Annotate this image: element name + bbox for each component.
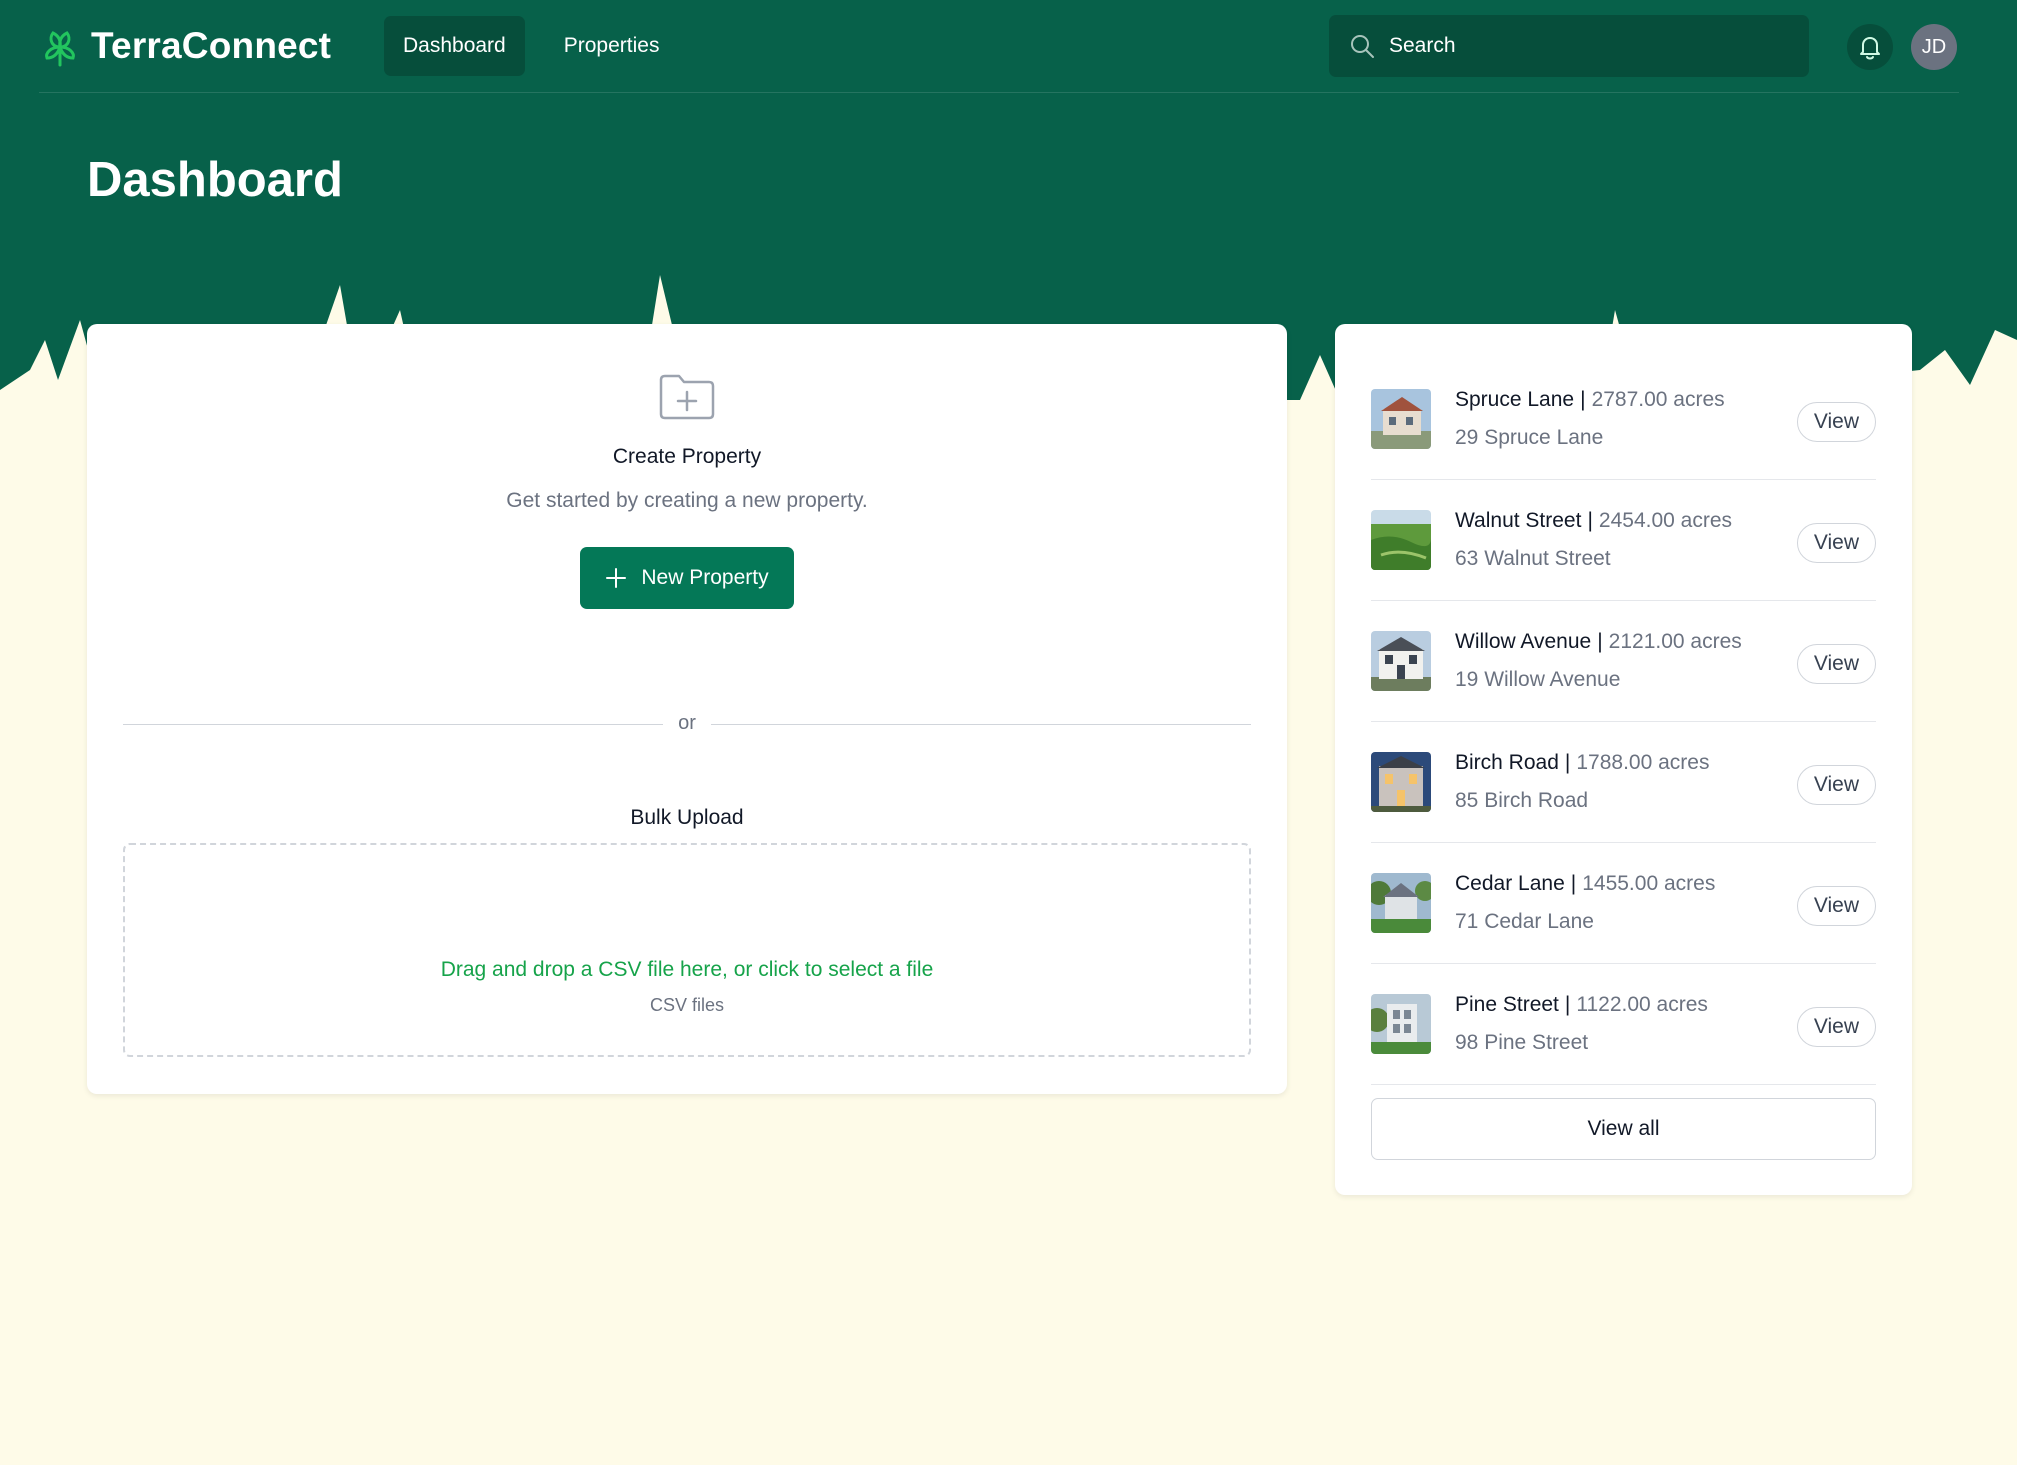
property-info: Walnut Street | 2454.00 acres 63 Walnut St… — [1455, 509, 1733, 570]
property-item: Walnut Street | 2454.00 acres 63 Walnut St… — [1371, 480, 1876, 601]
property-name: Birch Road — [1455, 751, 1559, 774]
create-section: Create Property Get started by creating … — [87, 372, 1287, 609]
divider-label: or — [678, 712, 696, 734]
brand-name: TerraConnect — [91, 25, 332, 66]
view-property-button[interactable]: View — [1796, 765, 1876, 805]
avatar[interactable]: JD — [1911, 24, 1957, 70]
view-all-button[interactable]: View all — [1371, 1098, 1876, 1160]
view-property-button[interactable]: View — [1796, 886, 1876, 926]
property-item: Willow Avenue | 2121.00 acres 19 Willow Av… — [1371, 601, 1876, 722]
new-property-label: New Property — [641, 566, 769, 589]
create-property-card: Create Property Get started by creating … — [87, 324, 1287, 1094]
or-divider: or — [123, 709, 1251, 739]
property-info: Cedar Lane | 1455.00 acres 71 Cedar Lane — [1455, 872, 1716, 933]
property-item: Cedar Lane | 1455.00 acres 71 Cedar Lane V… — [1371, 843, 1876, 964]
dropzone-text[interactable]: Drag and drop a CSV file here, or click … — [125, 958, 1249, 982]
nav-properties[interactable]: Properties — [545, 16, 679, 76]
property-list: Spruce Lane | 2787.00 acres 29 Spruce Lane… — [1371, 359, 1876, 1085]
nav-links: Dashboard Properties — [384, 16, 678, 76]
property-name: Pine Street — [1455, 993, 1559, 1016]
property-address: 29 Spruce Lane — [1455, 426, 1604, 449]
dropzone-file-types: CSV files — [649, 995, 725, 1015]
brand[interactable]: TerraConnect — [39, 25, 384, 67]
property-address: 63 Walnut Street — [1455, 547, 1611, 570]
property-acres: 1788.00 acres — [1576, 751, 1710, 774]
view-property-button[interactable]: View — [1796, 1007, 1876, 1047]
property-name: Cedar Lane — [1455, 872, 1565, 895]
property-address: 85 Birch Road — [1455, 789, 1589, 812]
nav-dashboard[interactable]: Dashboard — [384, 16, 525, 76]
plus-icon — [606, 568, 627, 588]
folder-plus-icon — [659, 374, 715, 420]
property-thumbnail — [1371, 873, 1431, 933]
search-placeholder: Search — [1389, 34, 1456, 57]
property-name: Spruce Lane — [1455, 388, 1575, 411]
bulk-upload-title: Bulk Upload — [630, 806, 744, 829]
property-acres: 2787.00 acres — [1591, 388, 1725, 411]
property-item: Pine Street | 1122.00 acres 98 Pine Street… — [1371, 964, 1876, 1085]
property-thumbnail — [1371, 631, 1431, 691]
recent-properties-card: Spruce Lane | 2787.00 acres 29 Spruce Lane… — [1335, 324, 1912, 1195]
property-info: Spruce Lane | 2787.00 acres 29 Spruce Lane — [1455, 388, 1725, 449]
property-thumbnail — [1371, 994, 1431, 1054]
property-acres: 2454.00 acres — [1598, 509, 1733, 532]
notifications-button[interactable] — [1847, 24, 1893, 70]
property-item: Birch Road | 1788.00 acres 85 Birch Road V… — [1371, 722, 1876, 843]
create-description: Get started by creating a new property. — [506, 489, 868, 512]
new-property-button[interactable]: New Property — [580, 547, 794, 609]
search-input[interactable]: Search — [1329, 15, 1809, 77]
csv-dropzone[interactable]: Drag and drop a CSV file here, or click … — [123, 843, 1251, 1057]
property-info: Pine Street | 1122.00 acres 98 Pine Street — [1455, 993, 1708, 1054]
leaf-icon — [45, 31, 75, 67]
property-info: Willow Avenue | 2121.00 acres 19 Willow Av… — [1455, 630, 1742, 691]
property-acres: 2121.00 acres — [1608, 630, 1742, 653]
page-title: Dashboard — [87, 153, 343, 207]
property-thumbnail — [1371, 389, 1431, 449]
property-acres: 1122.00 acres — [1576, 993, 1708, 1016]
create-title: Create Property — [612, 445, 762, 468]
property-name: Walnut Street — [1455, 509, 1582, 532]
property-address: 71 Cedar Lane — [1455, 910, 1594, 933]
property-item: Spruce Lane | 2787.00 acres 29 Spruce Lane… — [1371, 359, 1876, 480]
property-thumbnail — [1371, 752, 1431, 812]
search-icon — [1351, 35, 1374, 58]
property-name: Willow Avenue — [1455, 630, 1592, 653]
bell-icon — [1860, 37, 1880, 60]
property-address: 98 Pine Street — [1455, 1031, 1589, 1054]
view-property-button[interactable]: View — [1796, 402, 1876, 442]
view-property-button[interactable]: View — [1796, 644, 1876, 684]
top-navbar: TerraConnect Dashboard Properties Search… — [39, 0, 1959, 93]
property-address: 19 Willow Avenue — [1455, 668, 1621, 691]
property-info: Birch Road | 1788.00 acres 85 Birch Road — [1455, 751, 1710, 812]
property-thumbnail — [1371, 510, 1431, 570]
view-property-button[interactable]: View — [1796, 523, 1876, 563]
property-acres: 1455.00 acres — [1582, 872, 1716, 895]
